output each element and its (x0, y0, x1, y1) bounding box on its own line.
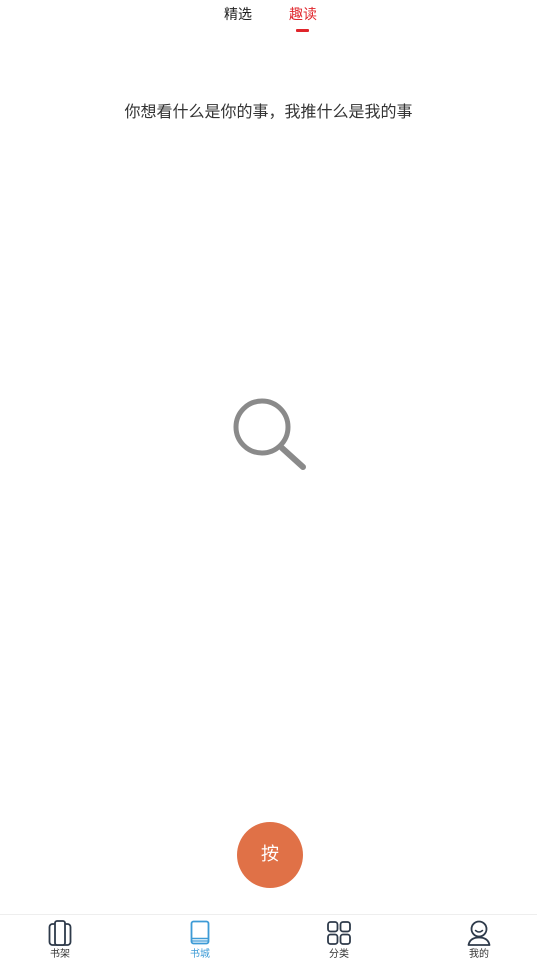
nav-label-category: 分类 (329, 949, 349, 960)
tab-fun-read[interactable]: 趣读 (289, 5, 317, 25)
nav-label-bookstore: 书城 (190, 949, 210, 960)
bottom-navigation: 书架 书城 分类 我的 (0, 914, 537, 961)
top-tab-bar: 精选 趣读 (0, 0, 537, 40)
grid-icon (327, 921, 351, 945)
nav-item-category[interactable]: 分类 (272, 915, 406, 961)
search-icon[interactable] (228, 393, 312, 477)
nav-label-mine: 我的 (469, 949, 489, 960)
slogan-text: 你想看什么是你的事，我推什么是我的事 (124, 102, 413, 121)
book-icon (190, 920, 210, 945)
user-icon (467, 920, 491, 946)
nav-item-mine[interactable]: 我的 (412, 915, 537, 961)
floating-action-button[interactable]: 按 (237, 822, 303, 888)
tab-featured[interactable]: 精选 (224, 5, 252, 25)
nav-item-bookstore[interactable]: 书城 (133, 915, 267, 961)
nav-label-bookshelf: 书架 (50, 949, 70, 960)
nav-item-bookshelf[interactable]: 书架 (0, 915, 127, 961)
bookshelf-icon (48, 920, 72, 946)
active-tab-indicator (296, 29, 309, 32)
